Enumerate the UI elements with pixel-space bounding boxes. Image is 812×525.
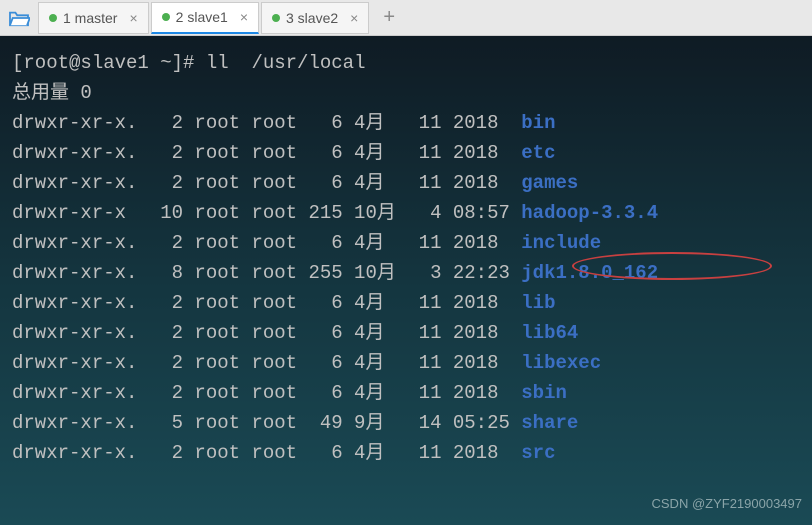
file-meta: drwxr-xr-x. 2 root root 6 4月 11 2018 [12,348,521,378]
tab-bar: 1 master × 2 slave1 × 3 slave2 × + [0,0,812,36]
listing-row: drwxr-xr-x. 5 root root 49 9月 14 05:25 s… [12,408,800,438]
tab-label: 3 slave2 [286,10,338,26]
directory-name: hadoop-3.3.4 [521,198,658,228]
listing-row: drwxr-xr-x. 2 root root 6 4月 11 2018 sbi… [12,378,800,408]
status-dot-icon [162,13,170,21]
listing-row: drwxr-xr-x 10 root root 215 10月 4 08:57 … [12,198,800,228]
directory-name: sbin [521,378,567,408]
file-meta: drwxr-xr-x. 8 root root 255 10月 3 22:23 [12,258,521,288]
summary-line: 总用量 0 [12,78,800,108]
file-meta: drwxr-xr-x. 5 root root 49 9月 14 05:25 [12,408,521,438]
file-meta: drwxr-xr-x. 2 root root 6 4月 11 2018 [12,318,521,348]
tab-label: 1 master [63,10,117,26]
close-icon[interactable]: × [129,10,137,26]
listing-row: drwxr-xr-x. 2 root root 6 4月 11 2018 gam… [12,168,800,198]
status-dot-icon [272,14,280,22]
directory-name: lib64 [521,318,578,348]
close-icon[interactable]: × [240,9,248,25]
prompt: [root@slave1 ~]# [12,48,206,78]
file-meta: drwxr-xr-x. 2 root root 6 4月 11 2018 [12,138,521,168]
directory-name: include [521,228,601,258]
watermark: CSDN @ZYF2190003497 [652,489,803,519]
listing-row: drwxr-xr-x. 2 root root 6 4月 11 2018 lib [12,288,800,318]
listing-row: drwxr-xr-x. 8 root root 255 10月 3 22:23 … [12,258,800,288]
listing-row: drwxr-xr-x. 2 root root 6 4月 11 2018 src [12,438,800,468]
directory-name: bin [521,108,555,138]
listing-row: drwxr-xr-x. 2 root root 6 4月 11 2018 lib… [12,318,800,348]
file-meta: drwxr-xr-x 10 root root 215 10月 4 08:57 [12,198,521,228]
file-meta: drwxr-xr-x. 2 root root 6 4月 11 2018 [12,438,521,468]
directory-name: jdk1.8.0_162 [521,258,658,288]
directory-name: libexec [521,348,601,378]
listing-row: drwxr-xr-x. 2 root root 6 4月 11 2018 etc [12,138,800,168]
directory-name: games [521,168,578,198]
status-dot-icon [49,14,57,22]
tab-label: 2 slave1 [176,9,228,25]
file-meta: drwxr-xr-x. 2 root root 6 4月 11 2018 [12,288,521,318]
listing-row: drwxr-xr-x. 2 root root 6 4月 11 2018 lib… [12,348,800,378]
close-icon[interactable]: × [350,10,358,26]
file-meta: drwxr-xr-x. 2 root root 6 4月 11 2018 [12,378,521,408]
command: ll /usr/local [206,48,366,78]
file-meta: drwxr-xr-x. 2 root root 6 4月 11 2018 [12,108,521,138]
prompt-line: [root@slave1 ~]# ll /usr/local [12,48,800,78]
tab-1[interactable]: 2 slave1 × [151,2,259,34]
terminal[interactable]: [root@slave1 ~]# ll /usr/local 总用量 0 drw… [0,36,812,525]
directory-name: src [521,438,555,468]
add-tab-button[interactable]: + [371,0,407,35]
file-meta: drwxr-xr-x. 2 root root 6 4月 11 2018 [12,168,521,198]
directory-name: lib [521,288,555,318]
directory-name: etc [521,138,555,168]
file-meta: drwxr-xr-x. 2 root root 6 4月 11 2018 [12,228,521,258]
tab-0[interactable]: 1 master × [38,2,149,34]
folder-icon[interactable] [4,3,34,33]
listing-row: drwxr-xr-x. 2 root root 6 4月 11 2018 bin [12,108,800,138]
tab-2[interactable]: 3 slave2 × [261,2,369,34]
directory-name: share [521,408,578,438]
listing-row: drwxr-xr-x. 2 root root 6 4月 11 2018 inc… [12,228,800,258]
